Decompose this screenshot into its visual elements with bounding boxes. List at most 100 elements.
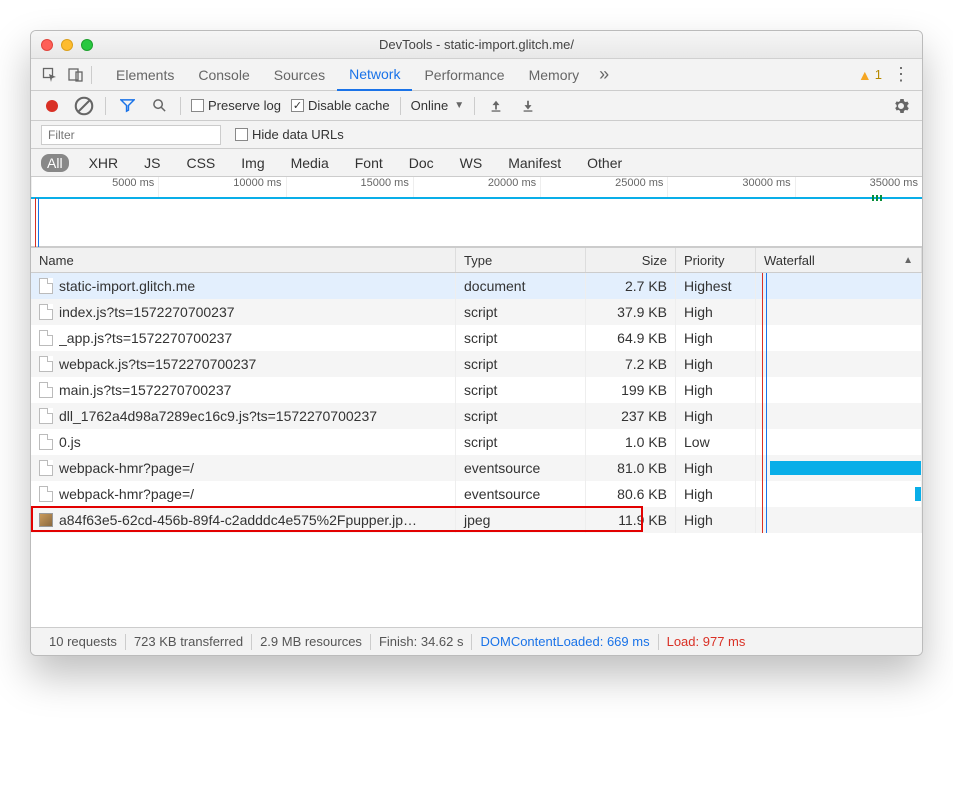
cell-type: script — [456, 325, 586, 351]
timeline-tick: 30000 ms — [667, 177, 794, 197]
cell-priority: Highest — [676, 273, 756, 299]
column-size-header[interactable]: Size — [586, 248, 676, 272]
inspect-element-icon[interactable] — [39, 64, 61, 86]
file-name: index.js?ts=1572270700237 — [59, 304, 235, 320]
cell-type: script — [456, 429, 586, 455]
throttling-select[interactable]: Online ▼ — [411, 98, 464, 113]
hide-data-urls-checkbox[interactable]: Hide data URLs — [235, 127, 344, 142]
devtools-window: DevTools - static-import.glitch.me/ Elem… — [30, 30, 923, 656]
type-filter-img[interactable]: Img — [235, 154, 270, 172]
clear-button[interactable] — [73, 95, 95, 117]
file-name: webpack.js?ts=1572270700237 — [59, 356, 256, 372]
preserve-log-checkbox[interactable]: Preserve log — [191, 98, 281, 113]
table-row[interactable]: _app.js?ts=1572270700237script64.9 KBHig… — [31, 325, 922, 351]
tab-memory[interactable]: Memory — [517, 59, 592, 91]
type-filter-font[interactable]: Font — [349, 154, 389, 172]
type-filter-other[interactable]: Other — [581, 154, 628, 172]
cell-waterfall — [756, 273, 922, 299]
chevron-down-icon: ▼ — [454, 100, 464, 111]
file-name: a84f63e5-62cd-456b-89f4-c2adddc4e575%2Fp… — [59, 512, 417, 528]
type-filter-ws[interactable]: WS — [454, 154, 489, 172]
file-icon — [39, 382, 53, 398]
table-row[interactable]: 0.jsscript1.0 KBLow — [31, 429, 922, 455]
column-type-header[interactable]: Type — [456, 248, 586, 272]
overview-timeline[interactable]: 5000 ms10000 ms15000 ms20000 ms25000 ms3… — [31, 177, 922, 247]
status-load: Load: 977 ms — [659, 634, 754, 649]
timeline-load-marker — [35, 198, 36, 247]
cell-size: 2.7 KB — [586, 273, 676, 299]
upload-har-icon[interactable] — [485, 95, 507, 117]
cell-name: webpack-hmr?page=/ — [31, 455, 456, 481]
filter-input[interactable] — [41, 125, 221, 145]
type-filter-doc[interactable]: Doc — [403, 154, 440, 172]
checkbox-icon — [191, 99, 204, 112]
type-filter-media[interactable]: Media — [285, 154, 335, 172]
settings-gear-icon[interactable] — [890, 95, 912, 117]
tab-elements[interactable]: Elements — [104, 59, 186, 91]
divider — [91, 66, 92, 84]
table-row[interactable]: dll_1762a4d98a7289ec16c9.js?ts=157227070… — [31, 403, 922, 429]
file-icon — [39, 304, 53, 320]
table-row[interactable]: index.js?ts=1572270700237script37.9 KBHi… — [31, 299, 922, 325]
type-filter-all[interactable]: All — [41, 154, 69, 172]
status-transferred: 723 KB transferred — [126, 634, 251, 649]
table-row[interactable]: a84f63e5-62cd-456b-89f4-c2adddc4e575%2Fp… — [31, 507, 922, 533]
file-name: 0.js — [59, 434, 81, 450]
cell-priority: High — [676, 455, 756, 481]
sort-ascending-icon: ▲ — [903, 255, 913, 266]
table-row[interactable]: main.js?ts=1572270700237script199 KBHigh — [31, 377, 922, 403]
type-filter-manifest[interactable]: Manifest — [502, 154, 567, 172]
file-icon — [39, 486, 53, 502]
tab-performance[interactable]: Performance — [412, 59, 516, 91]
close-button[interactable] — [41, 39, 53, 51]
column-name-header[interactable]: Name — [31, 248, 456, 272]
cell-size: 7.2 KB — [586, 351, 676, 377]
type-filter-css[interactable]: CSS — [180, 154, 221, 172]
cell-name: 0.js — [31, 429, 456, 455]
type-filter-xhr[interactable]: XHR — [83, 154, 125, 172]
checkbox-icon: ✓ — [291, 99, 304, 112]
warnings-badge[interactable]: ▲ 1 — [858, 67, 882, 83]
tab-console[interactable]: Console — [186, 59, 261, 91]
image-file-icon — [39, 513, 53, 527]
timeline-tick: 10000 ms — [158, 177, 285, 197]
cell-type: script — [456, 377, 586, 403]
type-filter-js[interactable]: JS — [138, 154, 166, 172]
kebab-menu-icon[interactable]: ⋮ — [888, 64, 914, 85]
cell-waterfall — [756, 325, 922, 351]
divider — [400, 97, 401, 115]
filter-bar: Hide data URLs — [31, 121, 922, 149]
table-row[interactable]: webpack.js?ts=1572270700237script7.2 KBH… — [31, 351, 922, 377]
device-toolbar-icon[interactable] — [65, 64, 87, 86]
tab-network[interactable]: Network — [337, 59, 412, 91]
cell-size: 64.9 KB — [586, 325, 676, 351]
column-waterfall-header[interactable]: Waterfall ▲ — [756, 248, 922, 272]
tab-sources[interactable]: Sources — [262, 59, 337, 91]
status-bar: 10 requests 723 KB transferred 2.9 MB re… — [31, 627, 922, 655]
table-row[interactable]: webpack-hmr?page=/eventsource80.6 KBHigh — [31, 481, 922, 507]
cell-name: webpack-hmr?page=/ — [31, 481, 456, 507]
maximize-button[interactable] — [81, 39, 93, 51]
table-row[interactable]: webpack-hmr?page=/eventsource81.0 KBHigh — [31, 455, 922, 481]
cell-type: document — [456, 273, 586, 299]
download-har-icon[interactable] — [517, 95, 539, 117]
status-requests: 10 requests — [41, 634, 125, 649]
tabs-overflow-button[interactable]: » — [595, 64, 613, 85]
table-row[interactable]: static-import.glitch.medocument2.7 KBHig… — [31, 273, 922, 299]
cell-priority: High — [676, 403, 756, 429]
file-name: _app.js?ts=1572270700237 — [59, 330, 232, 346]
timeline-tick: 15000 ms — [286, 177, 413, 197]
file-icon — [39, 356, 53, 372]
search-icon[interactable] — [148, 95, 170, 117]
table-header: Name Type Size Priority Waterfall ▲ — [31, 247, 922, 273]
cell-name: static-import.glitch.me — [31, 273, 456, 299]
disable-cache-checkbox[interactable]: ✓ Disable cache — [291, 98, 390, 113]
minimize-button[interactable] — [61, 39, 73, 51]
filter-toggle-icon[interactable] — [116, 95, 138, 117]
column-priority-header[interactable]: Priority — [676, 248, 756, 272]
file-name: dll_1762a4d98a7289ec16c9.js?ts=157227070… — [59, 408, 377, 424]
cell-waterfall — [756, 403, 922, 429]
cell-priority: High — [676, 377, 756, 403]
record-button[interactable] — [41, 95, 63, 117]
cell-size: 11.9 KB — [586, 507, 676, 533]
